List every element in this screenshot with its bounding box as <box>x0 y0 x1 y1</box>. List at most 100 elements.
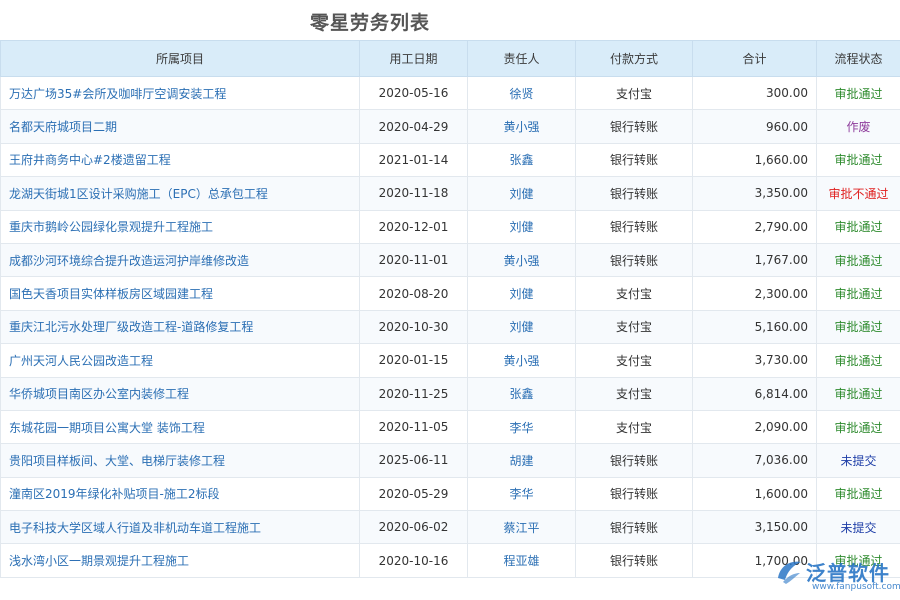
cell-total: 3,730.00 <box>693 344 817 377</box>
cell-person[interactable]: 李华 <box>468 477 576 510</box>
cell-person[interactable]: 李华 <box>468 410 576 443</box>
cell-payment: 银行转账 <box>576 110 693 143</box>
cell-date: 2020-12-01 <box>360 210 468 243</box>
cell-status: 审批通过 <box>817 344 900 377</box>
cell-project[interactable]: 王府井商务中心#2楼遗留工程 <box>1 143 360 176</box>
cell-status: 审批通过 <box>817 310 900 343</box>
cell-person[interactable]: 张鑫 <box>468 143 576 176</box>
cell-status: 审批通过 <box>817 477 900 510</box>
cell-person[interactable]: 徐贤 <box>468 77 576 110</box>
cell-date: 2020-05-29 <box>360 477 468 510</box>
column-header-status[interactable]: 流程状态 <box>817 41 900 77</box>
cell-date: 2020-08-20 <box>360 277 468 310</box>
cell-payment: 银行转账 <box>576 143 693 176</box>
cell-project[interactable]: 名都天府城项目二期 <box>1 110 360 143</box>
cell-status: 未提交 <box>817 444 900 477</box>
cell-payment: 支付宝 <box>576 310 693 343</box>
table-row[interactable]: 名都天府城项目二期2020-04-29黄小强银行转账960.00作废 <box>1 110 900 143</box>
cell-payment: 银行转账 <box>576 243 693 276</box>
cell-date: 2020-11-01 <box>360 243 468 276</box>
column-header-person[interactable]: 责任人 <box>468 41 576 77</box>
watermark-url: www.fanpusoft.com <box>812 582 900 592</box>
cell-payment: 支付宝 <box>576 377 693 410</box>
table-row[interactable]: 贵阳项目样板间、大堂、电梯厅装修工程2025-06-11胡建银行转账7,036.… <box>1 444 900 477</box>
cell-project[interactable]: 东城花园一期项目公寓大堂 装饰工程 <box>1 410 360 443</box>
cell-project[interactable]: 万达广场35#会所及咖啡厅空调安装工程 <box>1 77 360 110</box>
cell-project[interactable]: 电子科技大学区域人行道及非机动车道工程施工 <box>1 511 360 544</box>
cell-date: 2020-11-25 <box>360 377 468 410</box>
table-row[interactable]: 国色天香项目实体样板房区域园建工程2020-08-20刘健支付宝2,300.00… <box>1 277 900 310</box>
status-badge: 审批通过 <box>834 220 882 234</box>
cell-total: 2,790.00 <box>693 210 817 243</box>
cell-project[interactable]: 重庆市鹅岭公园绿化景观提升工程施工 <box>1 210 360 243</box>
cell-person[interactable]: 蔡江平 <box>468 511 576 544</box>
cell-status: 审批通过 <box>817 377 900 410</box>
cell-payment: 银行转账 <box>576 544 693 577</box>
table-row[interactable]: 东城花园一期项目公寓大堂 装饰工程2020-11-05李华支付宝2,090.00… <box>1 410 900 443</box>
cell-total: 7,036.00 <box>693 444 817 477</box>
table-row[interactable]: 电子科技大学区域人行道及非机动车道工程施工2020-06-02蔡江平银行转账3,… <box>1 511 900 544</box>
cell-person[interactable]: 刘健 <box>468 277 576 310</box>
cell-total: 2,090.00 <box>693 410 817 443</box>
cell-total: 1,600.00 <box>693 477 817 510</box>
cell-project[interactable]: 华侨城项目南区办公室内装修工程 <box>1 377 360 410</box>
status-badge: 审批通过 <box>834 487 882 501</box>
table-row[interactable]: 华侨城项目南区办公室内装修工程2020-11-25张鑫支付宝6,814.00审批… <box>1 377 900 410</box>
cell-status: 审批通过 <box>817 243 900 276</box>
cell-person[interactable]: 黄小强 <box>468 110 576 143</box>
cell-person[interactable]: 刘健 <box>468 210 576 243</box>
cell-person[interactable]: 黄小强 <box>468 344 576 377</box>
status-badge: 审批通过 <box>834 287 882 301</box>
cell-project[interactable]: 贵阳项目样板间、大堂、电梯厅装修工程 <box>1 444 360 477</box>
cell-payment: 支付宝 <box>576 277 693 310</box>
column-header-payment[interactable]: 付款方式 <box>576 41 693 77</box>
column-header-total[interactable]: 合计 <box>693 41 817 77</box>
labor-table: 所属项目 用工日期 责任人 付款方式 合计 流程状态 万达广场35#会所及咖啡厅… <box>0 40 900 578</box>
cell-person[interactable]: 黄小强 <box>468 243 576 276</box>
cell-payment: 银行转账 <box>576 444 693 477</box>
column-header-project[interactable]: 所属项目 <box>1 41 360 77</box>
cell-project[interactable]: 重庆江北污水处理厂级改造工程-道路修复工程 <box>1 310 360 343</box>
table-row[interactable]: 广州天河人民公园改造工程2020-01-15黄小强支付宝3,730.00审批通过 <box>1 344 900 377</box>
cell-status: 未提交 <box>817 511 900 544</box>
table-row[interactable]: 潼南区2019年绿化补贴项目-施工2标段2020-05-29李华银行转账1,60… <box>1 477 900 510</box>
status-badge: 未提交 <box>840 454 876 468</box>
cell-total: 5,160.00 <box>693 310 817 343</box>
table-row[interactable]: 重庆江北污水处理厂级改造工程-道路修复工程2020-10-30刘健支付宝5,16… <box>1 310 900 343</box>
cell-person[interactable]: 胡建 <box>468 444 576 477</box>
cell-project[interactable]: 成都沙河环境综合提升改造运河护岸维修改造 <box>1 243 360 276</box>
column-header-date[interactable]: 用工日期 <box>360 41 468 77</box>
cell-person[interactable]: 程亚雄 <box>468 544 576 577</box>
cell-status: 审批不通过 <box>817 177 900 210</box>
cell-person[interactable]: 刘健 <box>468 310 576 343</box>
table-row[interactable]: 万达广场35#会所及咖啡厅空调安装工程2020-05-16徐贤支付宝300.00… <box>1 77 900 110</box>
cell-date: 2020-01-15 <box>360 344 468 377</box>
cell-date: 2020-10-16 <box>360 544 468 577</box>
cell-project[interactable]: 潼南区2019年绿化补贴项目-施工2标段 <box>1 477 360 510</box>
status-badge: 审批通过 <box>834 354 882 368</box>
cell-total: 1,660.00 <box>693 143 817 176</box>
fanpu-watermark: 泛普软件 www.fanpusoft.com <box>774 554 894 596</box>
table-row[interactable]: 浅水湾小区一期景观提升工程施工2020-10-16程亚雄银行转账1,700.00… <box>1 544 900 577</box>
cell-total: 1,767.00 <box>693 243 817 276</box>
table-row[interactable]: 龙湖天街城1区设计采购施工（EPC）总承包工程2020-11-18刘健银行转账3… <box>1 177 900 210</box>
cell-project[interactable]: 浅水湾小区一期景观提升工程施工 <box>1 544 360 577</box>
cell-total: 3,150.00 <box>693 511 817 544</box>
cell-status: 审批通过 <box>817 143 900 176</box>
cell-status: 审批通过 <box>817 277 900 310</box>
table-row[interactable]: 重庆市鹅岭公园绿化景观提升工程施工2020-12-01刘健银行转账2,790.0… <box>1 210 900 243</box>
cell-total: 2,300.00 <box>693 277 817 310</box>
cell-status: 审批通过 <box>817 410 900 443</box>
cell-person[interactable]: 刘健 <box>468 177 576 210</box>
cell-person[interactable]: 张鑫 <box>468 377 576 410</box>
cell-project[interactable]: 广州天河人民公园改造工程 <box>1 344 360 377</box>
status-badge: 未提交 <box>840 521 876 535</box>
table-row[interactable]: 王府井商务中心#2楼遗留工程2021-01-14张鑫银行转账1,660.00审批… <box>1 143 900 176</box>
cell-payment: 银行转账 <box>576 177 693 210</box>
cell-project[interactable]: 龙湖天街城1区设计采购施工（EPC）总承包工程 <box>1 177 360 210</box>
status-badge: 作废 <box>846 120 870 134</box>
table-row[interactable]: 成都沙河环境综合提升改造运河护岸维修改造2020-11-01黄小强银行转账1,7… <box>1 243 900 276</box>
cell-project[interactable]: 国色天香项目实体样板房区域园建工程 <box>1 277 360 310</box>
cell-status: 审批通过 <box>817 210 900 243</box>
cell-status: 作废 <box>817 110 900 143</box>
